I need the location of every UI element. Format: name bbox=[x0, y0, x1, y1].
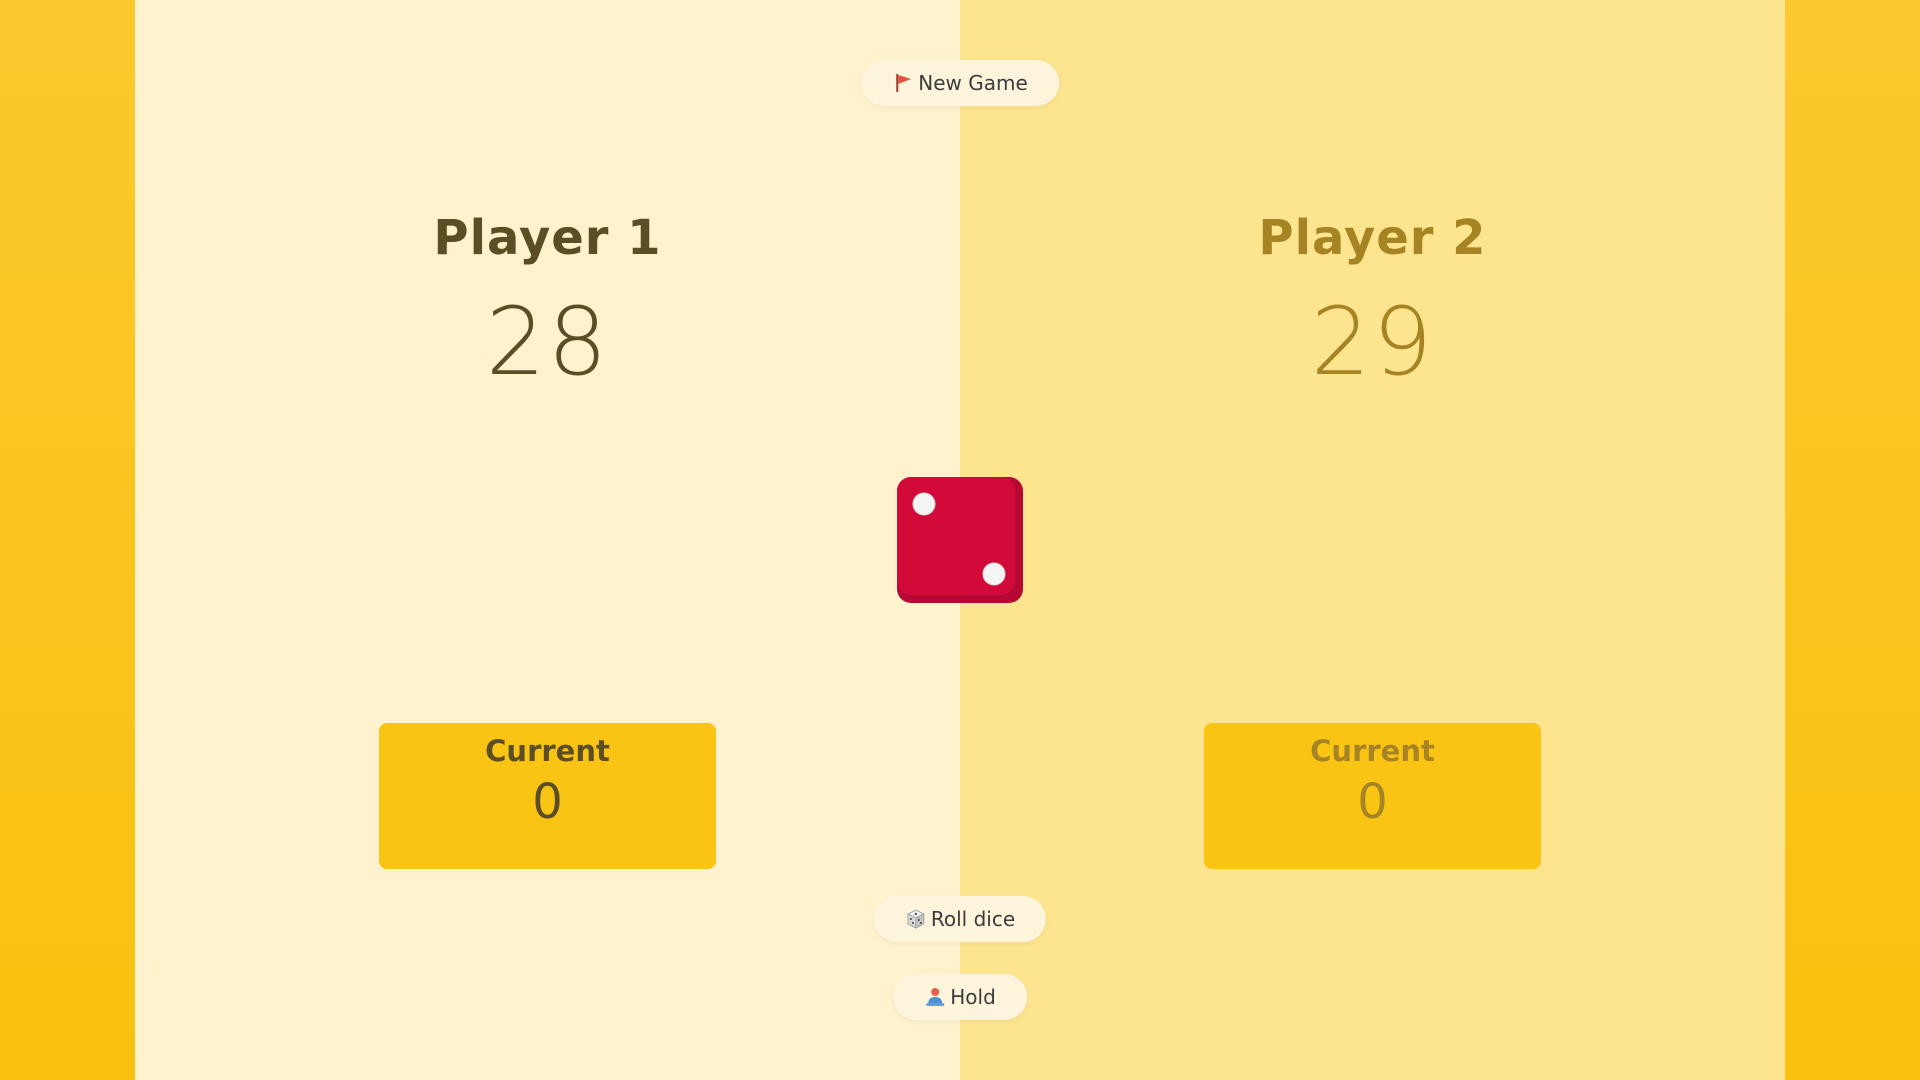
player-2-current-box: Current 0 bbox=[1204, 723, 1541, 869]
player-2-name: Player 2 bbox=[1258, 210, 1487, 266]
roll-dice-button[interactable]: Roll dice bbox=[873, 896, 1047, 942]
dice-icon bbox=[905, 908, 927, 930]
player-2-score: 29 bbox=[1310, 288, 1435, 397]
dice-pip bbox=[912, 492, 936, 516]
roll-dice-label: Roll dice bbox=[930, 907, 1016, 931]
player-1-current-box: Current 0 bbox=[379, 723, 716, 869]
dice-pip bbox=[982, 562, 1006, 586]
player-2-panel: Player 2 29 Current 0 bbox=[960, 0, 1785, 1080]
player-1-name: Player 1 bbox=[433, 210, 662, 266]
person-icon bbox=[924, 986, 946, 1008]
dice bbox=[897, 477, 1023, 603]
player-2-current-label: Current bbox=[1310, 734, 1435, 768]
player-1-panel: Player 1 28 Current 0 bbox=[135, 0, 960, 1080]
player-1-score: 28 bbox=[485, 288, 610, 397]
flag-icon bbox=[892, 72, 914, 94]
new-game-button[interactable]: New Game bbox=[861, 60, 1059, 106]
player-1-current-label: Current bbox=[485, 734, 610, 768]
player-2-current-score: 0 bbox=[1357, 774, 1388, 830]
hold-label: Hold bbox=[950, 985, 996, 1009]
player-1-current-score: 0 bbox=[532, 774, 563, 830]
new-game-label: New Game bbox=[918, 71, 1028, 95]
hold-button[interactable]: Hold bbox=[893, 974, 1027, 1020]
